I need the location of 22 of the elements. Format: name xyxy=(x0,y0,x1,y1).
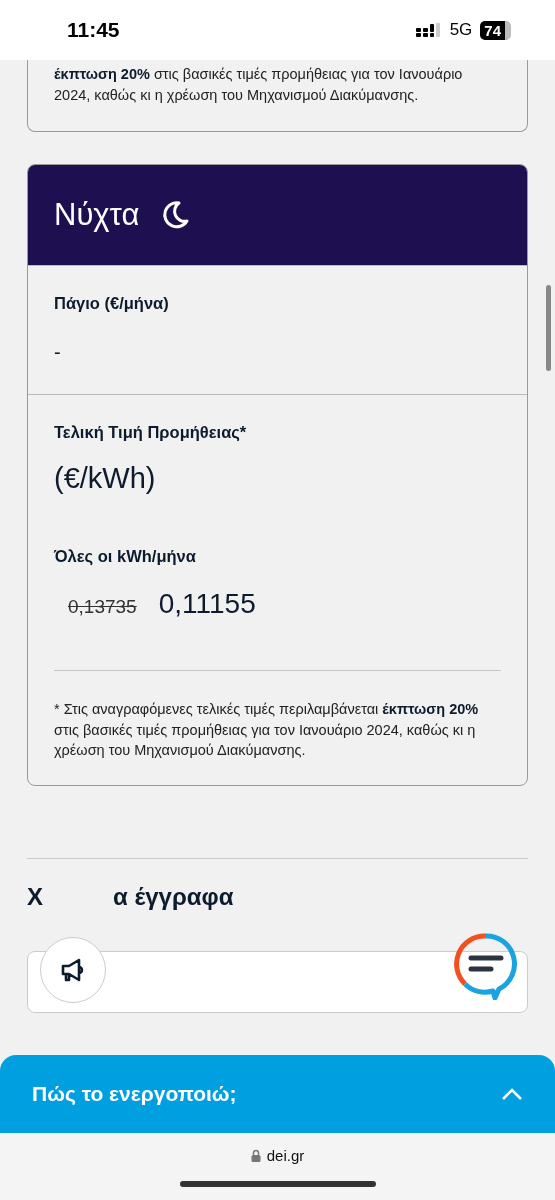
url-text[interactable]: dei.gr xyxy=(266,1147,305,1164)
footnote-text: έκπτωση 20% στις βασικές τιμές προμήθειας για τον Ιανουάριο 2024, καθώς κι η χρέωση του Μηχανισμού Διακύμανσης. xyxy=(54,65,464,105)
tier-label: Όλες οι kWh/μήνα xyxy=(54,547,197,566)
card-title: Νύχτα xyxy=(54,197,140,233)
lock-icon xyxy=(250,1149,261,1162)
unit-label: (€/kWh) xyxy=(54,462,157,495)
chevron-up-icon[interactable] xyxy=(501,1087,523,1101)
clock-time: 11:45 xyxy=(67,18,120,42)
field-label: Πάγιο (€/μήνα) xyxy=(54,294,170,313)
network-label: 5G xyxy=(449,20,473,40)
chat-icon xyxy=(453,932,517,1000)
footnote-text: * Στις αναγραφόμενες τελικές τιμές περιλαμβάνεται έκπτωση 20% στις βασικές τιμές προμήθειας για τον Ιανουάριο 2024, καθώς κι η χρέωση του Μηχανισμού Διακύμανσης. xyxy=(54,700,480,760)
price-value: 0,11155 xyxy=(158,588,256,620)
sheet-title: Πώς το ενεργοποιώ; xyxy=(32,1082,237,1106)
battery-indicator: 74 xyxy=(480,20,511,40)
signal-icon xyxy=(415,23,442,37)
old-price: 0,13735 xyxy=(68,596,137,618)
chat-button[interactable] xyxy=(452,932,518,1002)
section-heading: α έγγραφα xyxy=(113,882,234,911)
field-label: Τελική Τιμή Προμήθειας* xyxy=(54,423,248,442)
section-heading: Χ xyxy=(27,882,43,911)
field-value: - xyxy=(54,341,62,364)
